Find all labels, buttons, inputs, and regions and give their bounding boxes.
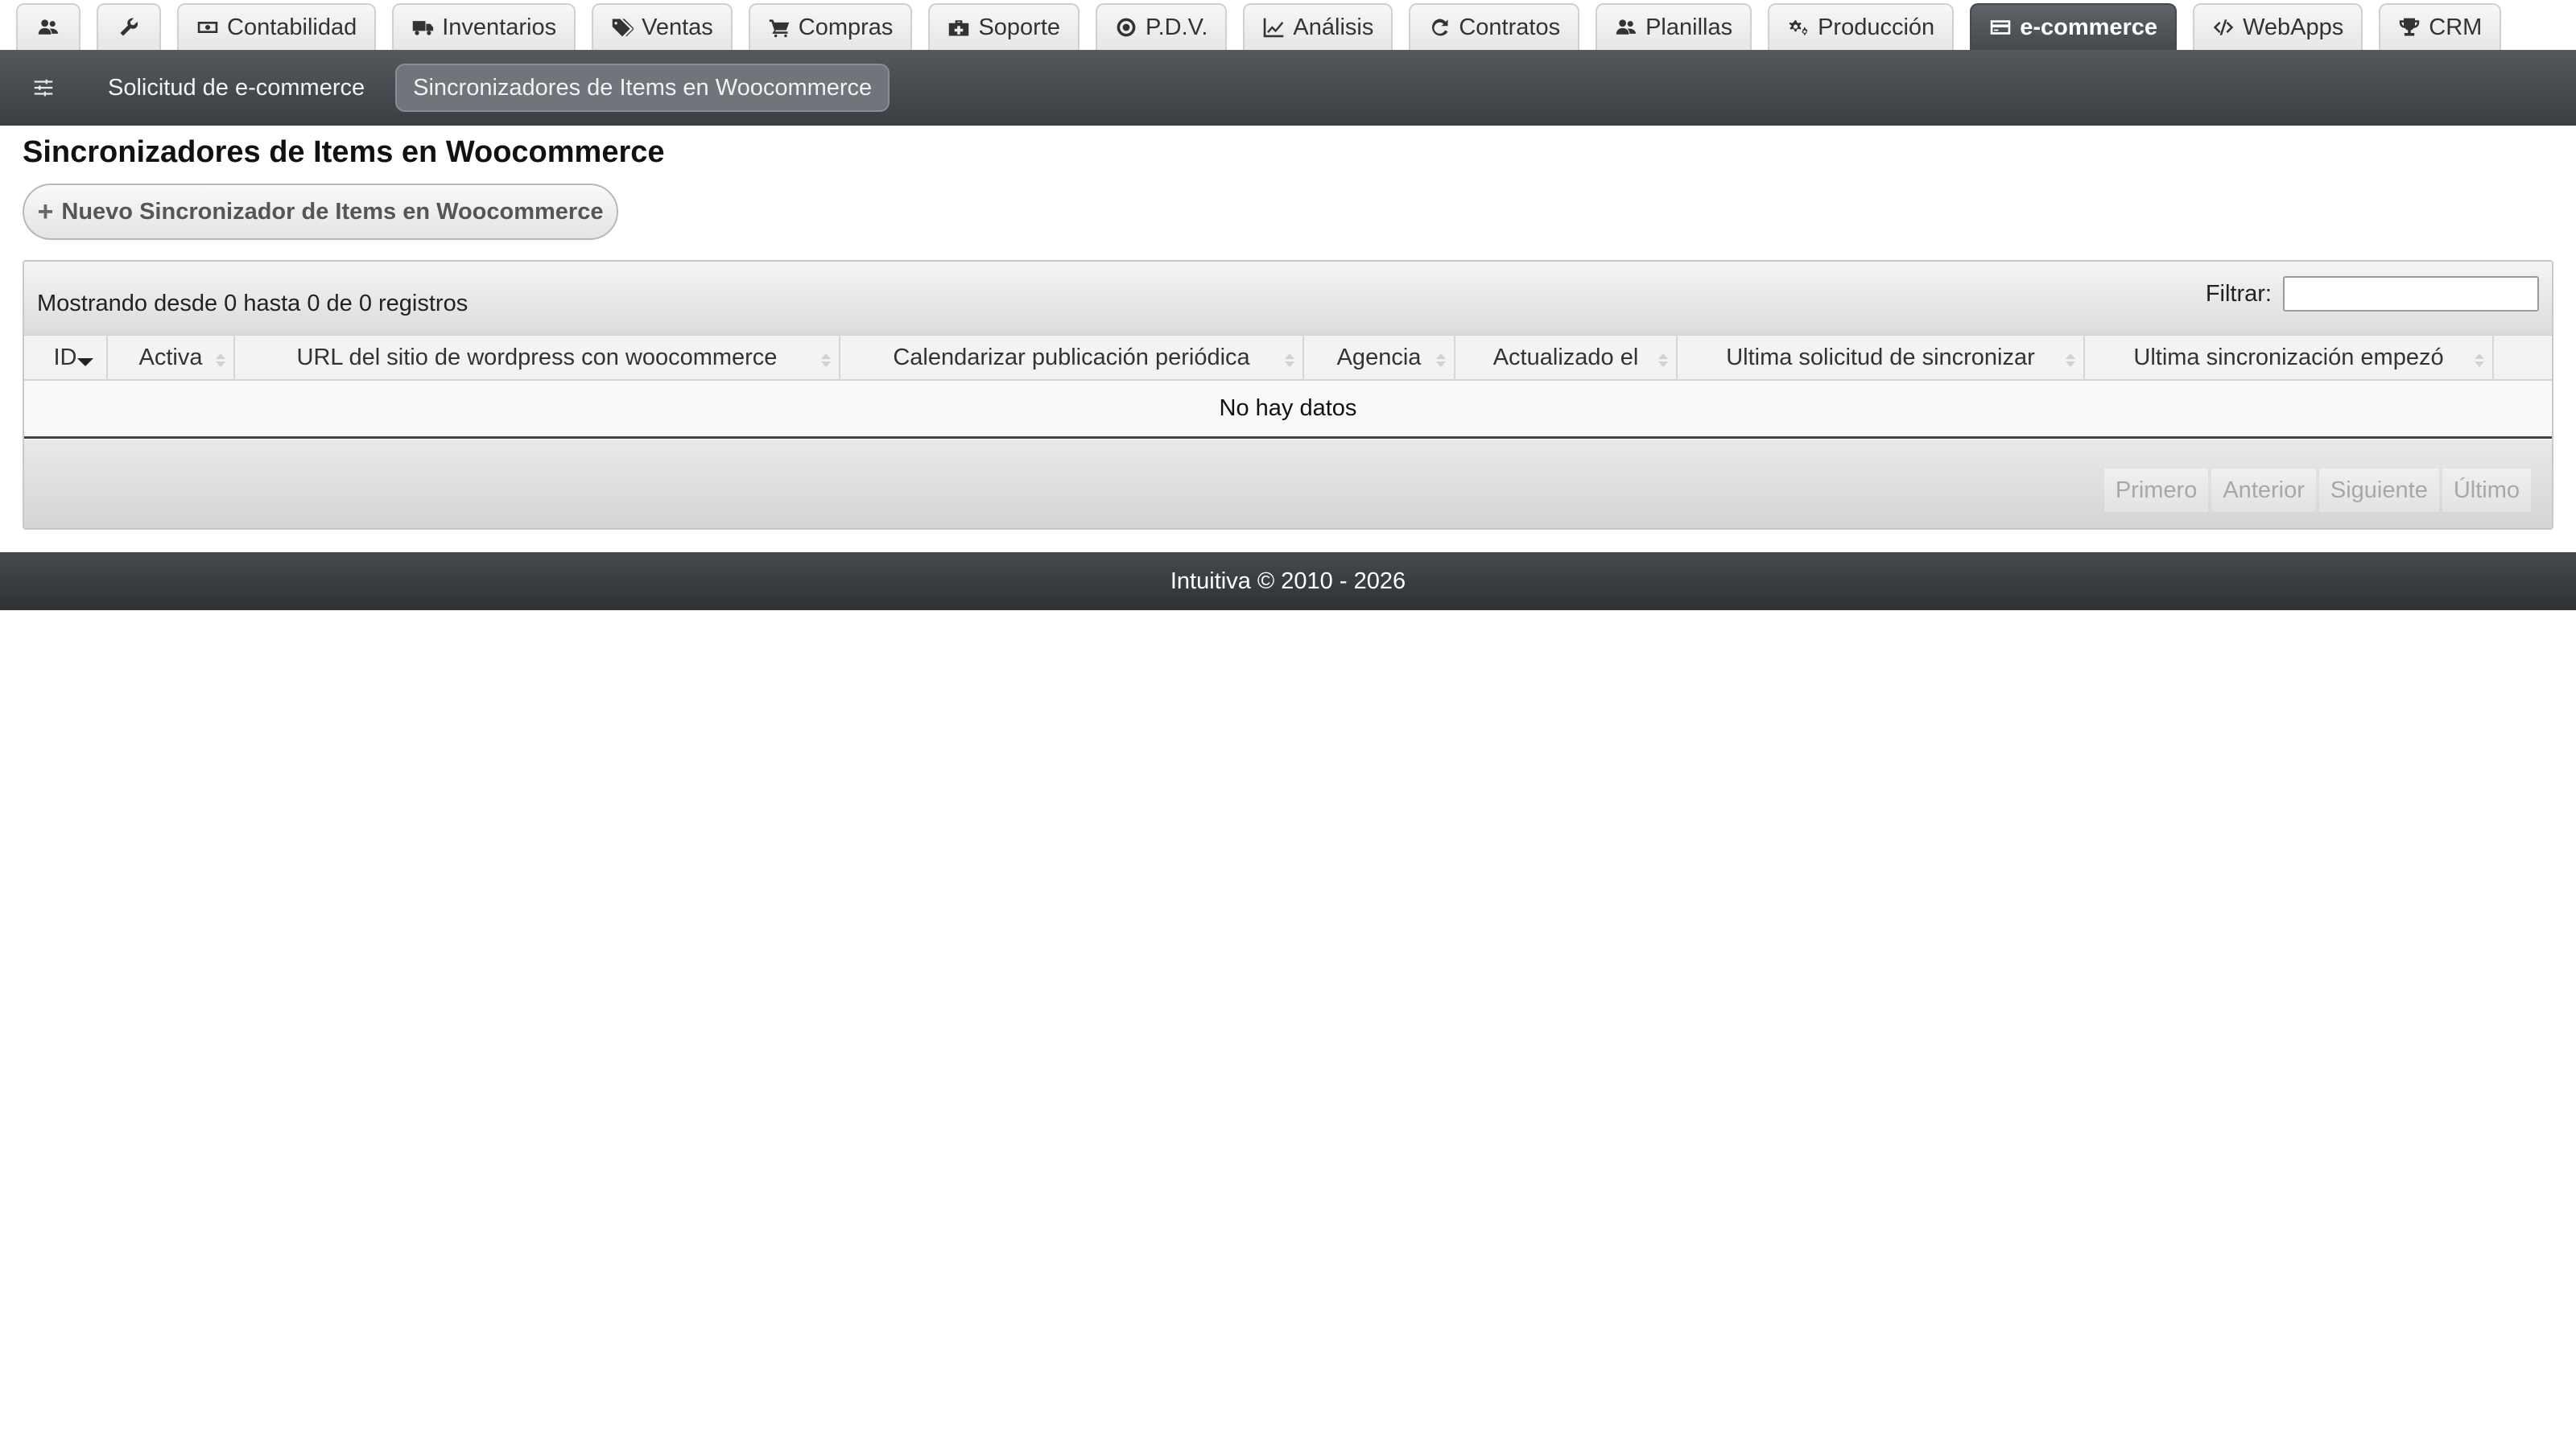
column-header-url[interactable]: URL del sitio de wordpress con woocommer… bbox=[235, 336, 840, 379]
subnav-item-solicitud-ecommerce[interactable]: Solicitud de e-commerce bbox=[92, 64, 381, 112]
new-synchronizer-button[interactable]: + Nuevo Sincronizador de Items en Woocom… bbox=[23, 184, 618, 240]
column-label: Activa bbox=[138, 344, 203, 370]
new-synchronizer-label: Nuevo Sincronizador de Items en Woocomme… bbox=[61, 198, 604, 225]
tab-planillas[interactable]: Planillas bbox=[1596, 3, 1752, 50]
pagination-next[interactable]: Siguiente bbox=[2318, 469, 2439, 512]
tab-label: Planillas bbox=[1645, 14, 1733, 40]
column-label: Agencia bbox=[1336, 344, 1422, 370]
tab-label: P.D.V. bbox=[1146, 14, 1208, 40]
code-icon bbox=[2213, 19, 2234, 35]
column-label: URL del sitio de wordpress con woocommer… bbox=[296, 344, 778, 370]
tab-label: e-commerce bbox=[2020, 14, 2158, 40]
tab-produccion[interactable]: Producción bbox=[1768, 3, 1955, 50]
column-header-activa[interactable]: Activa bbox=[108, 336, 235, 379]
column-header-actions bbox=[2494, 336, 2552, 379]
tab-soporte[interactable]: Soporte bbox=[928, 3, 1080, 50]
table-header: ID Activa URL del sitio de wordpress con… bbox=[24, 334, 2552, 381]
table-toolbar: Mostrando desde 0 hasta 0 de 0 registros… bbox=[24, 262, 2552, 334]
module-tabs: Contabilidad Inventarios Ventas Compras … bbox=[16, 3, 2502, 50]
column-header-ultima-solicitud[interactable]: Ultima solicitud de sincronizar bbox=[1678, 336, 2085, 379]
page-footer: Intuitiva © 2010 - 2026 bbox=[0, 552, 2576, 610]
chart-line-icon bbox=[1264, 18, 1284, 38]
copyright-text: Intuitiva © 2010 - 2026 bbox=[1170, 568, 1406, 594]
column-header-agencia[interactable]: Agencia bbox=[1304, 336, 1455, 379]
records-info: Mostrando desde 0 hasta 0 de 0 registros bbox=[37, 291, 469, 316]
pagination: Primero Anterior Siguiente Último bbox=[2103, 469, 2531, 512]
sort-icon bbox=[216, 353, 225, 368]
wrench-icon bbox=[120, 18, 138, 36]
column-header-calendarizar[interactable]: Calendarizar publicación periódica bbox=[840, 336, 1304, 379]
tab-contratos[interactable]: Contratos bbox=[1409, 3, 1580, 50]
tab-crm[interactable]: CRM bbox=[2379, 3, 2502, 50]
tab-settings[interactable] bbox=[97, 3, 161, 50]
tab-ecommerce[interactable]: e-commerce bbox=[1970, 3, 2178, 50]
sort-icon bbox=[821, 353, 831, 368]
tab-label: Soporte bbox=[978, 14, 1061, 40]
column-label: Calendarizar publicación periódica bbox=[893, 344, 1250, 370]
filter-label: Filtrar: bbox=[2205, 281, 2272, 307]
sort-desc-icon bbox=[77, 358, 93, 366]
sub-navigation: Solicitud de e-commerce Sincronizadores … bbox=[0, 50, 2576, 126]
sliders-icon[interactable] bbox=[27, 72, 60, 104]
page-title: Sincronizadores de Items en Woocommerce bbox=[23, 135, 665, 169]
pagination-previous[interactable]: Anterior bbox=[2211, 469, 2316, 512]
tab-label: CRM bbox=[2429, 14, 2483, 40]
truck-icon bbox=[412, 21, 434, 35]
cart-icon bbox=[769, 19, 790, 38]
money-icon bbox=[197, 22, 218, 33]
data-table-panel: Mostrando desde 0 hasta 0 de 0 registros… bbox=[23, 260, 2553, 530]
gears-icon bbox=[1789, 20, 1808, 35]
column-header-id[interactable]: ID bbox=[24, 336, 108, 379]
column-header-ultima-sincronizacion[interactable]: Ultima sincronización empezó bbox=[2085, 336, 2494, 379]
column-label: ID bbox=[53, 344, 77, 370]
target-icon bbox=[1117, 18, 1136, 37]
tab-pdv[interactable]: P.D.V. bbox=[1096, 3, 1228, 50]
sort-icon bbox=[2475, 353, 2484, 368]
refresh-icon bbox=[1432, 19, 1448, 36]
users-icon bbox=[1616, 19, 1637, 35]
tab-label: Contabilidad bbox=[227, 14, 357, 40]
tab-users[interactable] bbox=[16, 3, 80, 50]
credit-card-icon bbox=[1990, 20, 2011, 35]
top-navigation: Contabilidad Inventarios Ventas Compras … bbox=[0, 0, 2576, 50]
users-icon bbox=[38, 19, 59, 35]
column-header-actualizado[interactable]: Actualizado el bbox=[1455, 336, 1678, 379]
column-label: Ultima sincronización empezó bbox=[2133, 344, 2444, 370]
column-label: Ultima solicitud de sincronizar bbox=[1726, 344, 2035, 370]
empty-table-row: No hay datos bbox=[24, 381, 2552, 439]
tab-label: Análisis bbox=[1293, 14, 1374, 40]
tags-icon bbox=[612, 19, 634, 37]
tab-label: Inventarios bbox=[442, 14, 557, 40]
tab-analisis[interactable]: Análisis bbox=[1243, 3, 1393, 50]
tab-ventas[interactable]: Ventas bbox=[592, 3, 733, 50]
trophy-icon bbox=[2400, 18, 2420, 36]
tab-inventarios[interactable]: Inventarios bbox=[392, 3, 576, 50]
tab-label: Contratos bbox=[1459, 14, 1561, 40]
tab-contabilidad[interactable]: Contabilidad bbox=[177, 3, 377, 50]
tab-label: Ventas bbox=[642, 14, 713, 40]
column-label: Actualizado el bbox=[1492, 344, 1639, 370]
filter-input[interactable] bbox=[2283, 276, 2539, 312]
tab-label: Compras bbox=[798, 14, 894, 40]
table-footer: Primero Anterior Siguiente Último bbox=[24, 440, 2552, 528]
sort-icon bbox=[1658, 353, 1668, 368]
tab-compras[interactable]: Compras bbox=[748, 3, 913, 50]
plus-icon: + bbox=[37, 196, 54, 227]
pagination-first[interactable]: Primero bbox=[2103, 469, 2209, 512]
subnav-item-sincronizadores[interactable]: Sincronizadores de Items en Woocommerce bbox=[395, 64, 890, 112]
empty-message: No hay datos bbox=[1219, 395, 1357, 421]
pagination-last[interactable]: Último bbox=[2442, 469, 2531, 512]
tab-label: WebApps bbox=[2243, 14, 2344, 40]
sort-icon bbox=[1436, 353, 1446, 368]
tab-webapps[interactable]: WebApps bbox=[2193, 3, 2363, 50]
sort-icon bbox=[2066, 353, 2075, 368]
medkit-icon bbox=[949, 20, 969, 36]
sort-icon bbox=[1285, 353, 1294, 368]
tab-label: Producción bbox=[1818, 14, 1935, 40]
